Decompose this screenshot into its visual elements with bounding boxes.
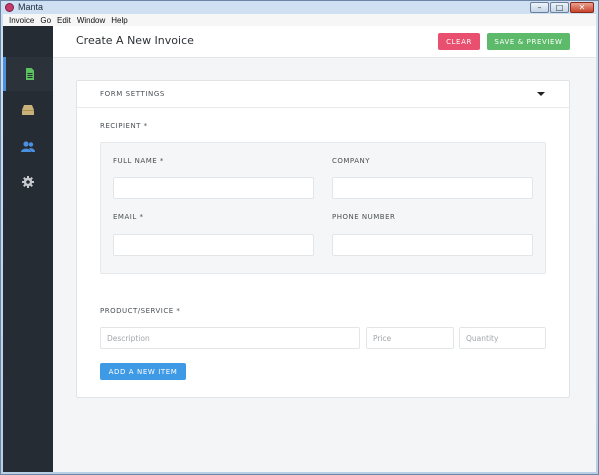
invoice-form-card: FORM SETTINGS RECIPIENT * FULL NAME * CO… (76, 80, 570, 398)
price-field[interactable] (366, 327, 454, 349)
phone-number-label: PHONE NUMBER (332, 213, 396, 221)
company-label: COMPANY (332, 157, 371, 165)
window-controls: – □ ✕ (530, 2, 594, 13)
add-new-item-button[interactable]: ADD A NEW ITEM (100, 363, 186, 380)
inbox-icon (22, 105, 34, 115)
close-button[interactable]: ✕ (570, 2, 594, 13)
form-settings-header[interactable]: FORM SETTINGS (77, 81, 569, 108)
full-name-label: FULL NAME * (113, 157, 164, 165)
quantity-field[interactable] (459, 327, 546, 349)
app-client-area: Create A New Invoice CLEAR SAVE & PREVIE… (3, 26, 596, 472)
recipient-panel: FULL NAME * COMPANY EMAIL * PHONE NUMBER (100, 142, 546, 274)
sidebar-item-settings[interactable] (3, 165, 53, 199)
email-label: EMAIL * (113, 213, 144, 221)
menu-bar: Invoice Go Edit Window Help (3, 14, 596, 26)
minimize-button[interactable]: – (530, 2, 549, 13)
page-title: Create A New Invoice (76, 34, 194, 47)
sidebar-item-contacts[interactable] (3, 129, 53, 163)
description-field[interactable] (100, 327, 360, 349)
document-icon (25, 68, 34, 80)
menu-invoice[interactable]: Invoice (6, 16, 37, 25)
menu-edit[interactable]: Edit (54, 16, 74, 25)
menu-help[interactable]: Help (108, 16, 130, 25)
full-name-field[interactable] (113, 177, 314, 199)
company-field[interactable] (332, 177, 533, 199)
title-bar[interactable]: Manta – □ ✕ (1, 1, 598, 14)
maximize-button[interactable]: □ (550, 2, 569, 13)
sidebar (3, 26, 53, 472)
recipient-label: RECIPIENT * (100, 122, 148, 130)
menu-window[interactable]: Window (74, 16, 108, 25)
product-service-label: PRODUCT/SERVICE * (100, 307, 181, 315)
sidebar-item-inbox[interactable] (3, 93, 53, 127)
menu-go[interactable]: Go (37, 16, 54, 25)
save-preview-button[interactable]: SAVE & PREVIEW (487, 33, 570, 50)
sidebar-item-invoices[interactable] (3, 57, 53, 91)
window-title: Manta (18, 2, 44, 12)
gear-icon (22, 176, 34, 188)
email-field[interactable] (113, 234, 314, 256)
page-header: Create A New Invoice CLEAR SAVE & PREVIE… (53, 26, 596, 58)
caret-down-icon[interactable] (537, 92, 545, 96)
form-settings-label: FORM SETTINGS (100, 90, 165, 98)
phone-number-field[interactable] (332, 234, 533, 256)
clear-button[interactable]: CLEAR (438, 33, 480, 50)
contacts-icon (21, 140, 35, 152)
app-window: Manta – □ ✕ Invoice Go Edit Window Help (0, 0, 599, 475)
app-logo-icon (5, 3, 14, 12)
